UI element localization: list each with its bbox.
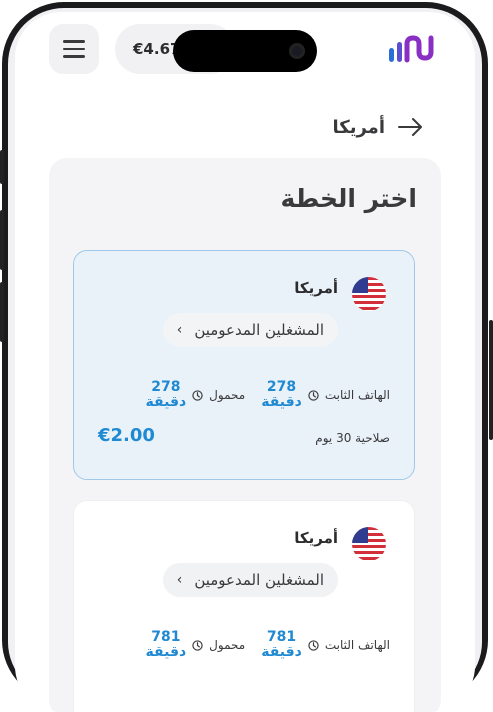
- plan-card[interactable]: أمريكا المشغلين المدعومين › الهاتف الثاب…: [73, 500, 415, 712]
- plan-panel-title: اختر الخطة: [280, 184, 417, 213]
- chevron-left-icon: ›: [176, 322, 183, 338]
- app-screen: €4.67 أمريكا اختر الخطة أمريكا المشغلين …: [15, 12, 475, 712]
- landline-label: الهاتف الثابت: [324, 638, 390, 652]
- power-button: [489, 320, 493, 440]
- landline-label: الهاتف الثابت: [324, 388, 390, 402]
- back-arrow-icon[interactable]: [397, 117, 423, 137]
- supported-operators-button[interactable]: المشغلين المدعومين ›: [162, 313, 338, 347]
- minutes-row: الهاتف الثابت 781 دقيقة محمول 781 دقيقة: [98, 625, 390, 665]
- plan-country: أمريكا: [294, 279, 338, 297]
- landline-minutes-unit: دقيقة: [261, 394, 302, 410]
- clock-icon: [192, 639, 203, 651]
- volume-button-up: [0, 150, 4, 184]
- landline-minutes: 278 دقيقة: [261, 380, 302, 410]
- landline-minutes-value: 278: [266, 379, 297, 395]
- mobile-label: محمول: [209, 388, 246, 402]
- mobile-minutes-value: 278: [151, 379, 181, 395]
- clock-icon: [192, 389, 203, 401]
- volume-button-down: [0, 210, 4, 270]
- operators-label: المشغلين المدعومين: [194, 571, 324, 589]
- mobile-minutes: 781 دقيقة: [146, 630, 187, 660]
- us-flag-icon: [352, 277, 386, 311]
- plan-country: أمريكا: [294, 529, 338, 547]
- mobile-minutes-value: 781: [151, 629, 181, 645]
- dynamic-island: [173, 30, 317, 72]
- clock-icon: [308, 389, 319, 401]
- hamburger-icon-line: [63, 55, 85, 58]
- hamburger-icon-line: [63, 40, 85, 43]
- plan-price: €2.00: [98, 425, 155, 446]
- supported-operators-button[interactable]: المشغلين المدعومين ›: [162, 563, 338, 597]
- us-flag-icon: [352, 527, 386, 561]
- mute-switch: [0, 282, 4, 342]
- page-title: أمريكا: [332, 116, 386, 138]
- app-logo: [389, 35, 434, 63]
- plan-card-selected[interactable]: أمريكا المشغلين المدعومين › الهاتف الثاب…: [73, 250, 415, 480]
- minutes-row: الهاتف الثابت 278 دقيقة محمول 278 دقيقة: [98, 375, 390, 415]
- hamburger-icon-line: [63, 47, 85, 51]
- camera-icon: [289, 43, 305, 59]
- mobile-label: محمول: [209, 638, 246, 652]
- operators-label: المشغلين المدعومين: [194, 321, 324, 339]
- menu-button[interactable]: [49, 24, 99, 74]
- mobile-minutes: 278 دقيقة: [146, 380, 187, 410]
- mobile-minutes-unit: دقيقة: [145, 394, 187, 410]
- plan-panel: اختر الخطة أمريكا المشغلين المدعومين › ا…: [49, 158, 441, 712]
- mobile-minutes-unit: دقيقة: [145, 644, 187, 660]
- chevron-left-icon: ›: [176, 572, 183, 588]
- plan-validity: صلاحية 30 يوم: [315, 431, 390, 445]
- back-navigation[interactable]: أمريكا: [333, 114, 424, 140]
- clock-icon: [308, 639, 319, 651]
- landline-minutes: 781 دقيقة: [261, 630, 302, 660]
- landline-minutes-value: 781: [266, 629, 297, 645]
- landline-minutes-unit: دقيقة: [261, 644, 302, 660]
